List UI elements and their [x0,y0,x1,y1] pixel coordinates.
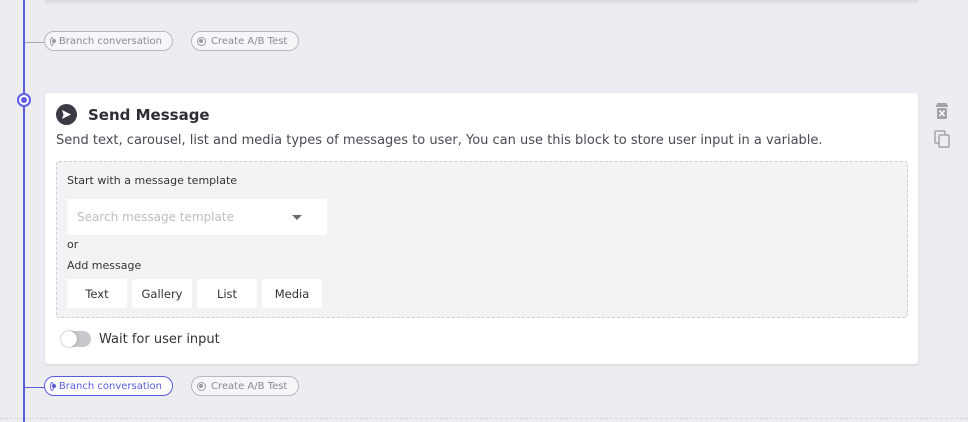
branch-conversation-label: Branch conversation [58,35,162,47]
branch-connector [25,42,45,43]
previous-card-edge [45,0,918,2]
message-type-buttons: Text Gallery List Media [67,279,322,308]
branch-conversation-button[interactable]: Branch conversation [44,376,173,396]
radio-icon [50,381,56,391]
create-ab-test-label: Create A/B Test [211,35,288,47]
message-template-box: Start with a message template Search mes… [56,161,908,318]
radio-icon [50,36,56,46]
radio-icon [197,36,206,46]
add-message-label: Add message [67,259,142,272]
wait-for-input-label: Wait for user input [99,331,220,347]
create-ab-test-label: Create A/B Test [211,380,288,392]
trash-icon[interactable] [934,102,950,120]
card-header: Send Message [56,104,210,125]
create-ab-test-button[interactable]: Create A/B Test [191,31,299,51]
send-message-card: Send Message Send text, carousel, list a… [45,93,918,364]
next-section-divider [0,418,968,419]
add-media-button[interactable]: Media [262,279,322,308]
flow-timeline [23,0,25,422]
copy-icon[interactable] [934,130,950,148]
add-text-button[interactable]: Text [67,279,127,308]
toggle-knob [61,331,77,347]
send-icon [56,104,77,125]
wait-for-input-row: Wait for user input [61,331,220,347]
radio-icon [197,381,206,391]
wait-for-input-toggle[interactable] [61,331,91,347]
or-text: or [67,238,79,251]
template-search-placeholder: Search message template [77,210,234,224]
timeline-node [17,93,31,107]
card-description: Send text, carousel, list and media type… [56,133,823,148]
branch-conversation-button[interactable]: Branch conversation [44,31,173,51]
create-ab-test-button[interactable]: Create A/B Test [191,376,299,396]
template-search-select[interactable]: Search message template [67,199,327,235]
add-list-button[interactable]: List [197,279,257,308]
template-label: Start with a message template [67,174,238,187]
card-title: Send Message [88,105,210,124]
branch-conversation-label: Branch conversation [58,380,162,392]
add-gallery-button[interactable]: Gallery [132,279,192,308]
chevron-down-icon [292,214,302,220]
branch-connector [25,387,45,388]
